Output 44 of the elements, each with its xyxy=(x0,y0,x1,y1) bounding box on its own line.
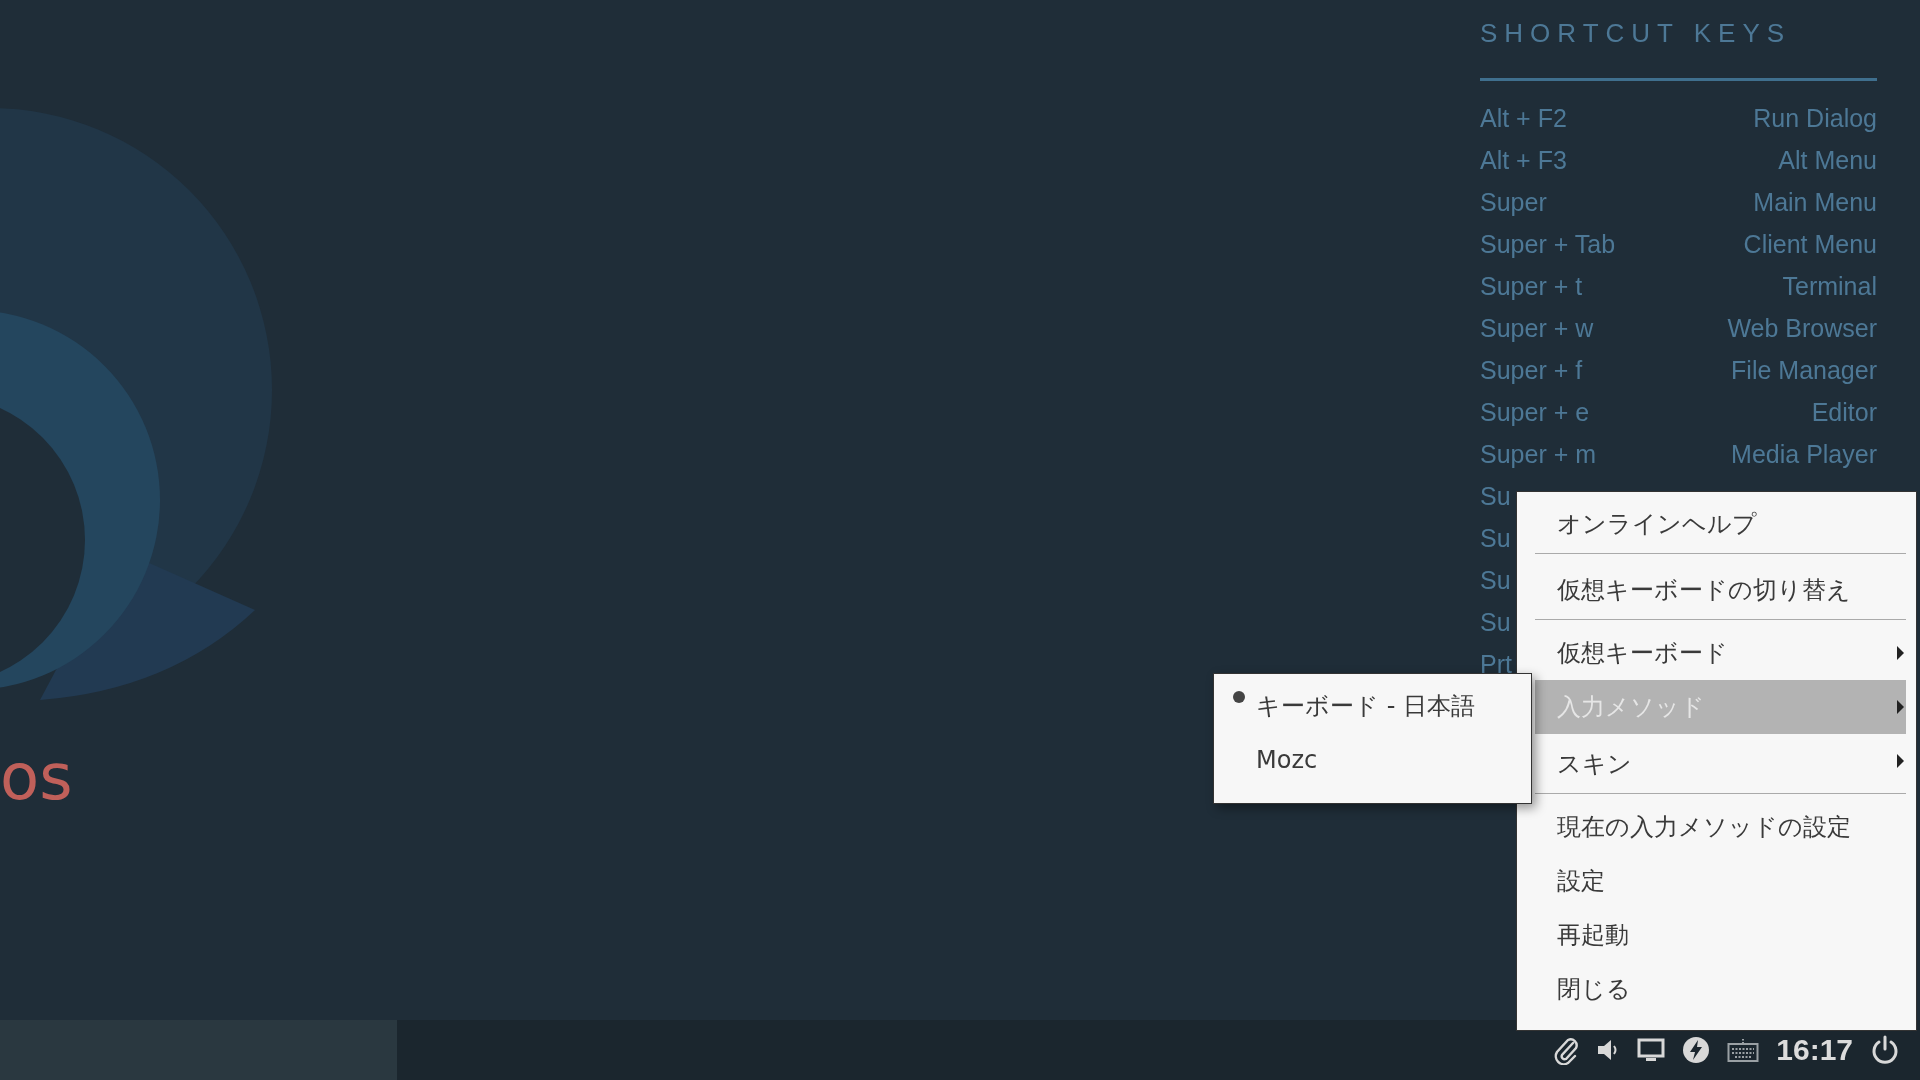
display-icon[interactable] xyxy=(1637,1037,1666,1063)
shortcut-key: Super + e xyxy=(1480,397,1590,427)
shortcut-key: Su xyxy=(1480,523,1511,553)
menu-item[interactable]: 現在の入力メソッドの設定 xyxy=(1535,800,1906,854)
shortcut-action: Editor xyxy=(1811,397,1877,427)
shortcut-action: File Manager xyxy=(1731,355,1877,385)
submenu-arrow-icon xyxy=(1897,646,1904,660)
shortcut-key: Prt xyxy=(1480,649,1512,679)
shortcut-action: Alt Menu xyxy=(1778,145,1877,175)
menu-item[interactable]: 設定 xyxy=(1535,854,1906,908)
lightning-icon[interactable] xyxy=(1682,1036,1711,1064)
paperclip-icon[interactable] xyxy=(1553,1035,1580,1065)
menu-item[interactable]: 閉じる xyxy=(1535,962,1906,1016)
shortcut-action: Client Menu xyxy=(1743,229,1877,259)
menu-item[interactable]: スキン xyxy=(1535,734,1906,794)
shortcut-key: Alt + F2 xyxy=(1480,103,1567,133)
shortcut-key: Super + Tab xyxy=(1480,229,1616,259)
menu-item[interactable]: オンラインヘルプ xyxy=(1535,494,1906,554)
menu-item[interactable]: 仮想キーボードの切り替え xyxy=(1535,560,1906,620)
shortcut-key: Su xyxy=(1480,565,1511,595)
submenu-arrow-icon xyxy=(1897,754,1904,768)
keyboard-icon[interactable] xyxy=(1727,1037,1760,1063)
shortcut-key: Super xyxy=(1480,187,1547,217)
shortcut-key: Super + f xyxy=(1480,355,1583,385)
shortcut-key: Super + w xyxy=(1480,313,1594,343)
shortcut-action: Terminal xyxy=(1782,271,1877,301)
shortcut-key: Super + m xyxy=(1480,439,1597,469)
shortcut-action: Main Menu xyxy=(1753,187,1877,217)
menu-item[interactable]: 仮想キーボード xyxy=(1535,626,1906,680)
menu-item[interactable]: Mozc xyxy=(1214,733,1531,787)
shortcut-key: Su xyxy=(1480,607,1511,637)
clock[interactable]: 16:17 xyxy=(1776,1033,1853,1067)
shortcut-key: Su xyxy=(1480,481,1511,511)
power-icon[interactable] xyxy=(1870,1035,1900,1065)
shortcut-action: Media Player xyxy=(1731,439,1877,469)
menu-item[interactable]: キーボード - 日本語 xyxy=(1214,679,1531,733)
shortcut-action: Run Dialog xyxy=(1753,103,1877,133)
shortcut-action: Web Browser xyxy=(1727,313,1877,343)
shortcut-keys-heading: SHORTCUT KEYS xyxy=(1480,17,1793,50)
submenu-arrow-icon xyxy=(1897,700,1904,714)
menu-item[interactable]: 再起動 xyxy=(1535,908,1906,962)
shortcut-key: Super + t xyxy=(1480,271,1583,301)
wallpaper-wordmark: os xyxy=(0,745,73,809)
shortcut-key: Alt + F3 xyxy=(1480,145,1567,175)
